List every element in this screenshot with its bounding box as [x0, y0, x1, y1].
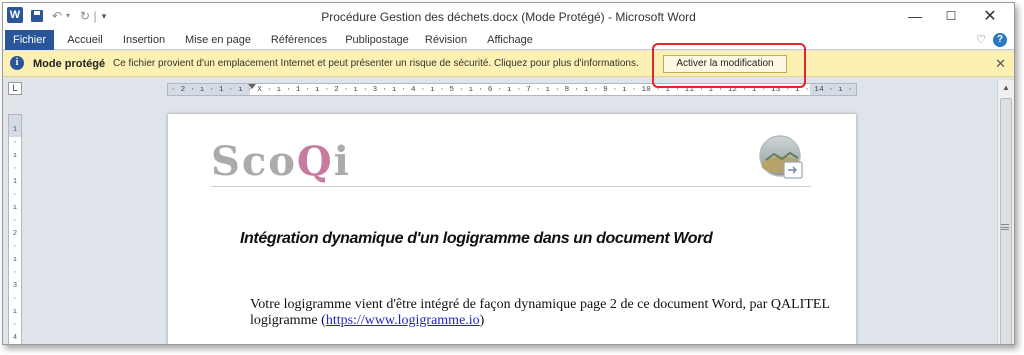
- vertical-ruler-tick: ı: [12, 256, 18, 264]
- document-heading: Intégration dynamique d'un logigramme da…: [240, 230, 713, 247]
- logigramme-link[interactable]: https://www.logigramme.io: [326, 313, 480, 328]
- window-title: Procédure Gestion des déchets.docx (Mode…: [321, 10, 696, 24]
- close-button[interactable]: ✕: [972, 3, 1008, 30]
- vertical-ruler-tick: ·: [12, 191, 18, 199]
- vertical-ruler-tick: ı: [12, 152, 18, 160]
- maximize-button[interactable]: ☐: [933, 3, 969, 30]
- tab-review[interactable]: Révision: [421, 30, 471, 50]
- vertical-ruler-tick: 3: [12, 282, 18, 290]
- scroll-thumb[interactable]: [1000, 98, 1012, 344]
- tab-mailings[interactable]: Publipostage: [340, 30, 414, 50]
- logo-suffix: i: [333, 138, 351, 185]
- document-page[interactable]: ScoQi Intégration dynamique d'un logigra…: [168, 114, 856, 344]
- title-bar: W ↶ ▾ ↻ | ▾ Procédure Gestion des déchet…: [3, 3, 1014, 30]
- logo-badge-icon: [759, 135, 803, 179]
- vertical-ruler-tick: 2: [12, 230, 18, 238]
- help-icon[interactable]: ?: [993, 33, 1007, 47]
- vertical-ruler-tick: ·: [12, 217, 18, 225]
- vertical-ruler-tick: 1: [12, 178, 18, 186]
- vertical-ruler-tick: ·: [12, 321, 18, 329]
- protected-view-bar: i Mode protégé Ce fichier provient d'un …: [3, 51, 1014, 77]
- protected-view-title: Mode protégé: [33, 58, 106, 70]
- vertical-ruler-tick: ·: [12, 269, 18, 277]
- document-paragraph: Votre logigramme vient d'être intégré de…: [250, 297, 830, 329]
- vertical-ruler-tick: ı: [12, 308, 18, 316]
- ruler-bar: L · 2 · ı · 1 · ı · X · ı · 1 · ı · 2 · …: [3, 78, 1014, 99]
- vertical-ruler-tick: ı: [12, 204, 18, 212]
- tab-selector[interactable]: L: [8, 82, 22, 95]
- protected-view-message[interactable]: Ce fichier provient d'un emplacement Int…: [113, 58, 639, 69]
- logo-prefix: Sco: [211, 138, 297, 185]
- tab-view[interactable]: Affichage: [481, 30, 539, 50]
- vertical-scrollbar[interactable]: ▲: [997, 80, 1014, 344]
- minimize-ribbon-icon[interactable]: ♡: [976, 33, 986, 46]
- vertical-ruler[interactable]: 1 · ı · 1 · ı · 2 · ı · 3 · ı · 4: [8, 114, 22, 344]
- vertical-ruler-tick: ·: [12, 165, 18, 173]
- info-icon: i: [10, 56, 24, 70]
- scoqi-logo: ScoQi: [211, 138, 351, 185]
- logo-underline: [211, 186, 811, 187]
- minimize-button[interactable]: —: [897, 3, 933, 30]
- tab-insert[interactable]: Insertion: [116, 30, 172, 50]
- tab-home[interactable]: Accueil: [61, 30, 109, 50]
- vertical-ruler-tick: 1: [12, 126, 18, 134]
- tab-file[interactable]: Fichier: [5, 30, 54, 50]
- indent-marker[interactable]: [248, 84, 256, 89]
- vertical-ruler-tick: ·: [12, 295, 18, 303]
- highlight-annotation: [652, 43, 806, 88]
- ribbon-tabs: Fichier Accueil Insertion Mise en page R…: [3, 30, 1014, 50]
- vertical-ruler-tick: ·: [12, 243, 18, 251]
- tab-references[interactable]: Références: [265, 30, 333, 50]
- scroll-grip-icon: [1001, 224, 1009, 230]
- paragraph-end: ): [479, 313, 485, 328]
- logo-accent-letter: Q: [296, 138, 334, 185]
- tab-page-layout[interactable]: Mise en page: [181, 30, 255, 50]
- scroll-up-icon[interactable]: ▲: [998, 80, 1014, 96]
- vertical-ruler-tick: ·: [12, 139, 18, 147]
- vertical-ruler-ticks: 1 · ı · 1 · ı · 2 · ı · 3 · ı · 4: [9, 115, 21, 344]
- word-window: W ↶ ▾ ↻ | ▾ Procédure Gestion des déchet…: [2, 2, 1015, 345]
- close-bar-icon[interactable]: ✕: [995, 56, 1006, 72]
- vertical-ruler-tick: 4: [12, 334, 18, 342]
